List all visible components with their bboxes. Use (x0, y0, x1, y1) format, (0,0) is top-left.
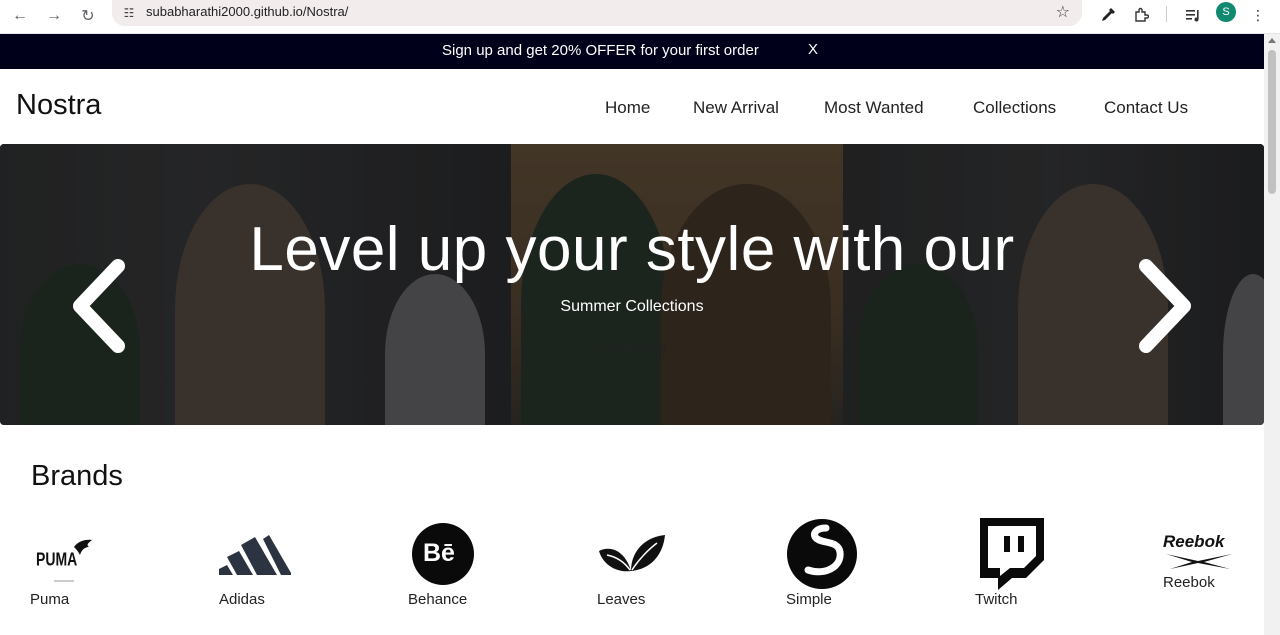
brand-label-behance: Behance (408, 591, 468, 608)
bookmark-star-icon[interactable]: ☆ (1056, 2, 1070, 22)
toolbar-divider (1166, 6, 1167, 22)
reebok-logo-text: Reebok (1163, 532, 1225, 551)
adidas-icon (219, 535, 291, 575)
brand-label-leaves: Leaves (597, 591, 646, 608)
extensions-icon[interactable] (1128, 2, 1154, 28)
brand-label-simple: Simple (786, 591, 832, 608)
scroll-up-icon[interactable] (1268, 38, 1276, 43)
shop-now-button[interactable]: Shop Now (0, 340, 1264, 357)
brand-reebok[interactable]: Reebok Reebok (1160, 515, 1280, 615)
brand-label-reebok: Reebok (1163, 574, 1215, 591)
brand-label-puma: Puma (30, 591, 70, 608)
brand-simple[interactable]: Simple (786, 515, 906, 615)
chevron-left-icon[interactable] (68, 256, 128, 356)
back-arrow-icon[interactable]: ← (6, 2, 34, 30)
nav-home[interactable]: Home (605, 98, 650, 118)
site-settings-icon[interactable]: ☷ (120, 4, 138, 22)
brands-heading: Brands (31, 460, 123, 492)
brand-label-twitch: Twitch (975, 591, 1018, 608)
brand-behance[interactable]: Bē Behance (408, 515, 528, 615)
puma-logo-text: PUMA (36, 548, 78, 570)
twitch-icon (980, 518, 1044, 590)
site-header: Nostra Home New Arrival Most Wanted Coll… (0, 69, 1264, 144)
profile-avatar[interactable]: S (1216, 2, 1236, 22)
eyedropper-icon[interactable] (1095, 2, 1121, 28)
site-logo[interactable]: Nostra (16, 89, 101, 122)
nav-collections[interactable]: Collections (973, 98, 1056, 118)
announcement-bar: Sign up and get 20% OFFER for your first… (0, 34, 1264, 69)
reebok-icon (1166, 554, 1232, 569)
browser-menu-icon[interactable]: ⋮ (1245, 2, 1271, 28)
brand-puma[interactable]: PUMA Puma (30, 515, 150, 615)
browser-toolbar: ← → ↻ ☷ subabharathi2000.github.io/Nostr… (0, 0, 1280, 34)
reload-icon[interactable]: ↻ (74, 2, 102, 30)
hero-title: Level up your style with our (249, 215, 1015, 284)
media-controls-icon[interactable] (1180, 2, 1206, 28)
brand-twitch[interactable]: Twitch (975, 515, 1095, 615)
brand-leaves[interactable]: Leaves (597, 515, 717, 615)
brand-label-adidas: Adidas (219, 591, 265, 608)
hero-subtitle: Summer Collections (560, 298, 704, 315)
nav-contact-us[interactable]: Contact Us (1104, 98, 1188, 118)
chevron-right-icon[interactable] (1136, 256, 1196, 356)
announcement-close-button[interactable]: X (808, 41, 818, 58)
forward-arrow-icon[interactable]: → (40, 2, 68, 30)
simple-icon (787, 519, 857, 589)
nav-most-wanted[interactable]: Most Wanted (824, 98, 924, 118)
behance-logo-text: Bē (423, 539, 455, 567)
scroll-thumb[interactable] (1268, 50, 1276, 194)
hero-carousel: Level up your style with our Summer Coll… (0, 144, 1264, 425)
address-url[interactable]: subabharathi2000.github.io/Nostra/ (146, 4, 348, 19)
nav-new-arrival[interactable]: New Arrival (693, 98, 779, 118)
leaves-icon (599, 535, 665, 572)
brand-adidas[interactable]: Adidas (219, 515, 339, 615)
address-bar[interactable]: ☷ subabharathi2000.github.io/Nostra/ ☆ (112, 0, 1082, 26)
announcement-text: Sign up and get 20% OFFER for your first… (442, 42, 759, 59)
